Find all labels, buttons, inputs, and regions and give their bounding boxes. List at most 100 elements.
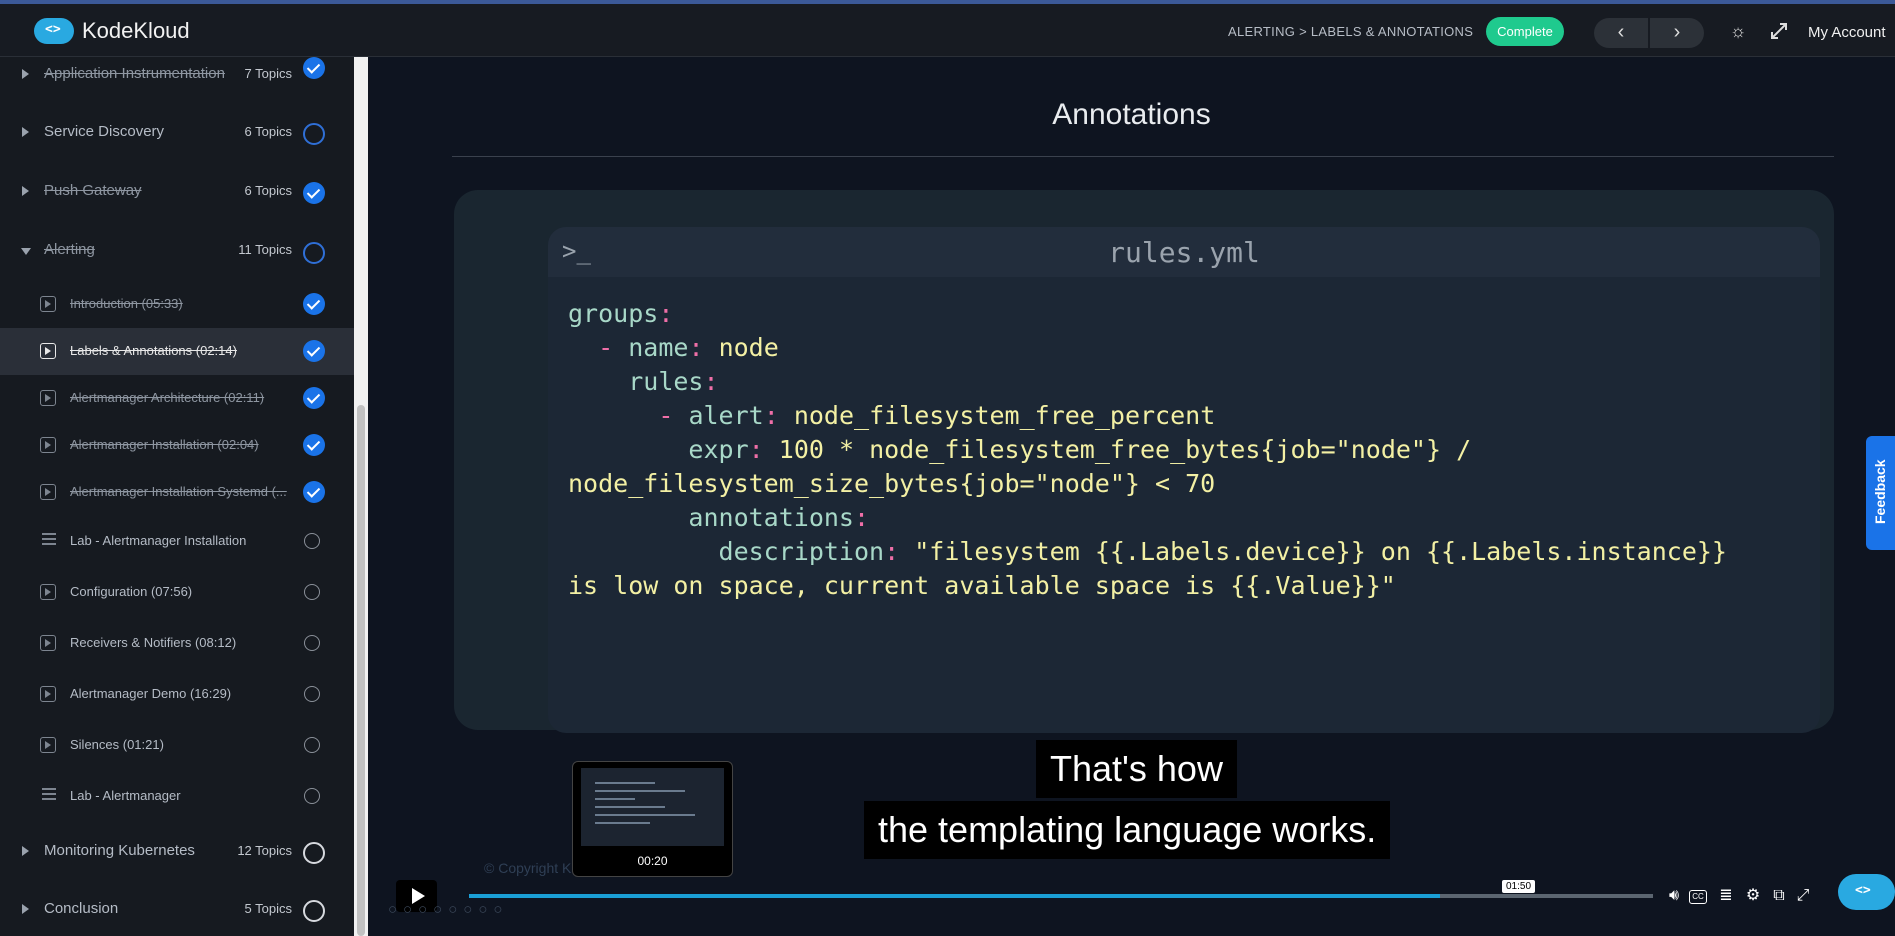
preview-image <box>581 768 724 846</box>
lesson-item[interactable]: Lab - Alertmanager Installation <box>0 518 354 565</box>
section-topic-count: 7 Topics <box>244 66 292 81</box>
lesson-title: Receivers & Notifiers (08:12) <box>70 635 237 650</box>
lesson-item[interactable]: Alertmanager Demo (16:29) <box>0 671 354 718</box>
section-topic-count: 6 Topics <box>244 183 292 198</box>
volume-icon[interactable]: 🔊︎ <box>1664 886 1684 906</box>
section-topic-count: 6 Topics <box>244 124 292 139</box>
lab-list-icon <box>42 788 56 802</box>
video-play-icon <box>40 343 56 359</box>
slide-copyright: © Copyright K <box>484 860 572 876</box>
completed-check-icon <box>303 387 325 409</box>
feedback-label: Feedback <box>1872 459 1888 524</box>
incomplete-circle-icon <box>304 533 320 549</box>
lesson-title: Alertmanager Installation (02:04) <box>70 437 259 452</box>
fullscreen-expand-icon[interactable] <box>1768 20 1790 42</box>
theme-toggle-sun-icon[interactable]: ☼ <box>1728 21 1748 41</box>
incomplete-circle-icon <box>304 635 320 651</box>
completed-check-icon <box>303 481 325 503</box>
incomplete-circle-icon <box>303 842 325 864</box>
caret-right-icon <box>22 127 29 137</box>
preview-time: 00:20 <box>637 854 668 868</box>
lesson-title: Labels & Annotations (02:14) <box>70 343 237 358</box>
transcript-icon[interactable]: ≣ <box>1716 886 1736 906</box>
video-controls: 01:50 🔊︎ CC ≣ ⚙ ⧉ ⤢ <box>388 880 1883 916</box>
lesson-title: Lab - Alertmanager <box>70 788 181 803</box>
lesson-title: Alertmanager Demo (16:29) <box>70 686 232 701</box>
lesson-item[interactable]: Configuration (07:56) <box>0 569 354 616</box>
lesson-item-active[interactable]: Labels & Annotations (02:14) <box>0 328 354 375</box>
section-conclusion[interactable]: Conclusion 5 Topics <box>0 884 354 936</box>
completed-check-icon <box>303 182 325 204</box>
section-topic-count: 11 Topics <box>238 242 292 257</box>
progress-ring-icon <box>303 242 325 264</box>
my-account-link[interactable]: My Account <box>1808 24 1886 41</box>
cloud-logo-icon <box>34 18 74 44</box>
incomplete-circle-icon <box>304 788 320 804</box>
video-play-icon <box>40 390 56 406</box>
previous-lesson-button[interactable]: ‹ <box>1594 18 1648 48</box>
terminal-filename: rules.yml <box>1108 236 1260 269</box>
lesson-item[interactable]: Lab - Alertmanager <box>0 773 354 820</box>
faint-dot-row: ○○○○○○○○ <box>388 901 509 918</box>
caret-right-icon <box>22 186 29 196</box>
caret-down-icon <box>21 248 31 255</box>
lesson-item[interactable]: Silences (01:21) <box>0 722 354 769</box>
brand-logo[interactable]: KodeKloud <box>34 18 190 44</box>
completed-check-icon <box>303 340 325 362</box>
video-play-icon <box>40 437 56 453</box>
kodekloud-badge-icon[interactable] <box>1838 874 1895 910</box>
lesson-item[interactable]: Alertmanager Architecture (02:11) <box>0 375 354 422</box>
section-alerting[interactable]: Alerting 11 Topics <box>0 225 354 281</box>
lesson-item[interactable]: Introduction (05:33) <box>0 281 354 328</box>
picture-in-picture-icon[interactable]: ⧉ <box>1769 886 1789 906</box>
lesson-title: Configuration (07:56) <box>70 584 193 599</box>
slide-title: Annotations <box>1052 98 1211 131</box>
video-play-icon <box>40 296 56 312</box>
slide-title-divider <box>452 156 1834 157</box>
subtitle-line-1: That's how <box>1036 740 1237 798</box>
section-topic-count: 5 Topics <box>244 901 292 916</box>
lesson-title: Alertmanager Installation Systemd (... <box>70 484 287 499</box>
section-title: Application Instrumentation <box>44 65 225 82</box>
settings-gear-icon[interactable]: ⚙ <box>1743 886 1763 906</box>
section-application-instrumentation[interactable]: Application Instrumentation 7 Topics <box>0 57 354 105</box>
incomplete-circle-icon <box>304 584 320 600</box>
subtitle-line-2: the templating language works. <box>864 801 1391 859</box>
caret-right-icon <box>22 904 29 914</box>
section-title: Alerting <box>44 241 95 258</box>
caret-right-icon <box>22 846 29 856</box>
sidebar-scrollbar-thumb[interactable] <box>357 405 365 936</box>
lesson-title: Introduction (05:33) <box>70 296 183 311</box>
progress-bar[interactable]: 01:50 <box>469 880 1653 898</box>
lesson-title: Lab - Alertmanager Installation <box>70 533 247 548</box>
seek-preview-thumbnail: 00:20 <box>572 761 733 877</box>
completed-check-icon <box>303 293 325 315</box>
section-title: Monitoring Kubernetes <box>44 842 195 859</box>
video-play-icon <box>40 737 56 753</box>
brand-name: KodeKloud <box>82 18 190 43</box>
feedback-tab[interactable]: Feedback <box>1866 436 1895 550</box>
lesson-item[interactable]: Receivers & Notifiers (08:12) <box>0 620 354 667</box>
lab-list-icon <box>42 533 56 547</box>
video-play-icon <box>40 686 56 702</box>
lesson-item[interactable]: Alertmanager Installation (02:04) <box>0 422 354 469</box>
section-push-gateway[interactable]: Push Gateway 6 Topics <box>0 166 354 222</box>
lesson-item[interactable]: Alertmanager Installation Systemd (... <box>0 469 354 516</box>
incomplete-circle-icon <box>303 900 325 922</box>
section-monitoring-kubernetes[interactable]: Monitoring Kubernetes 12 Topics <box>0 826 354 882</box>
terminal-window: >_ rules.yml groups: - name: node rules:… <box>548 227 1820 733</box>
closed-captions-icon[interactable]: CC <box>1689 890 1707 904</box>
terminal-header: >_ rules.yml <box>548 227 1820 277</box>
section-service-discovery[interactable]: Service Discovery 6 Topics <box>0 107 354 163</box>
caret-right-icon <box>22 69 29 79</box>
fullscreen-icon[interactable]: ⤢ <box>1793 886 1813 906</box>
incomplete-circle-icon <box>304 686 320 702</box>
code-block: groups: - name: node rules: - alert: nod… <box>568 299 1727 600</box>
hover-time-tooltip: 01:50 <box>1502 880 1536 893</box>
complete-button[interactable]: Complete <box>1486 17 1564 46</box>
next-lesson-button[interactable]: › <box>1650 18 1704 48</box>
completed-check-icon <box>303 57 325 79</box>
section-title: Push Gateway <box>44 182 142 199</box>
video-play-icon <box>40 635 56 651</box>
completed-check-icon <box>303 434 325 456</box>
